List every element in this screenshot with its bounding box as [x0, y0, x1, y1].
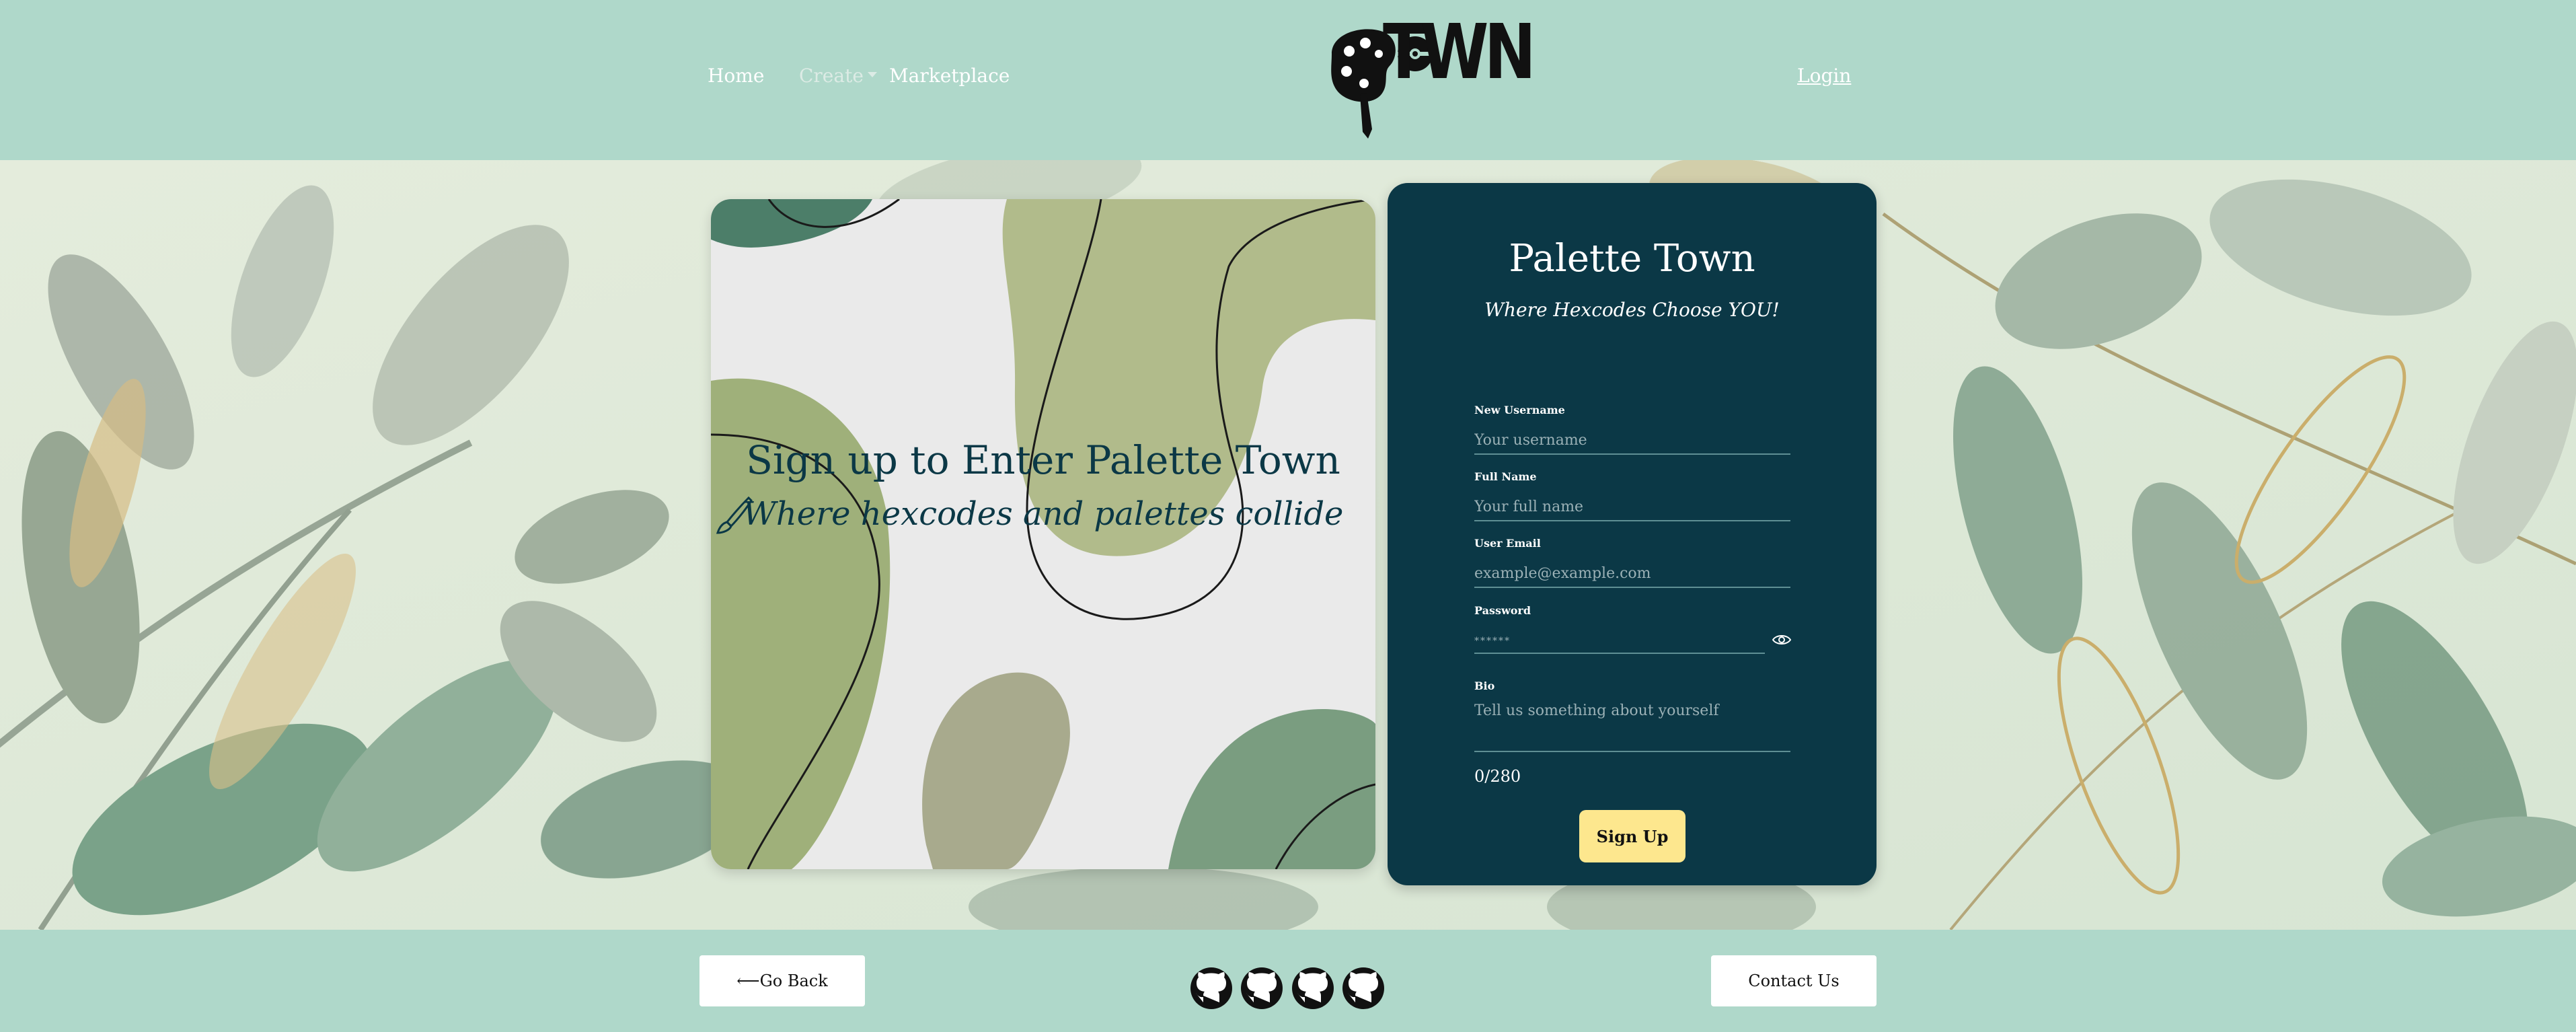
form-subtitle: Where Hexcodes Choose YOU! — [1484, 299, 1780, 321]
username-input[interactable] — [1474, 427, 1790, 455]
navbar: Home Create Marketplace TWN Login — [0, 0, 2576, 160]
form-title: Palette Town — [1509, 237, 1755, 281]
full-name-input[interactable] — [1474, 493, 1790, 521]
go-back-button[interactable]: ⟵Go Back — [699, 955, 865, 1006]
github-icon[interactable] — [1240, 966, 1284, 1010]
signup-art-subtitle: Where hexcodes and palettes collide — [711, 495, 1375, 534]
nav-marketplace-link[interactable]: Marketplace — [889, 65, 1010, 87]
sign-up-button[interactable]: Sign Up — [1579, 810, 1685, 862]
github-icon[interactable] — [1341, 966, 1386, 1010]
username-label: New Username — [1474, 404, 1565, 416]
chevron-down-icon — [867, 71, 877, 77]
signup-form-card: Palette Town Where Hexcodes Choose YOU! … — [1388, 183, 1877, 885]
bio-label: Bio — [1474, 679, 1495, 692]
github-icon[interactable] — [1291, 966, 1335, 1010]
password-input[interactable] — [1474, 626, 1765, 654]
brush-icon — [716, 496, 753, 534]
nav-home-link[interactable]: Home — [708, 65, 764, 87]
bio-char-count: 0/280 — [1474, 767, 1521, 786]
email-label: User Email — [1474, 537, 1541, 550]
contact-us-button[interactable]: Contact Us — [1711, 955, 1877, 1006]
password-label: Password — [1474, 604, 1531, 617]
signup-art-subtitle-text: Where hexcodes and palettes collide — [743, 495, 1344, 533]
email-input[interactable] — [1474, 560, 1790, 588]
nav-create-dropdown[interactable]: Create — [799, 65, 877, 87]
nav-create-label: Create — [799, 65, 864, 87]
abstract-shapes-art — [711, 199, 1375, 869]
footer: ⟵Go Back Contact Us — [0, 930, 2576, 1032]
signup-art-card: Sign up to Enter Palette Town Where hexc… — [711, 199, 1375, 869]
bio-textarea[interactable] — [1474, 702, 1790, 752]
eye-icon[interactable] — [1772, 632, 1792, 647]
github-icon[interactable] — [1189, 966, 1234, 1010]
logo-text: TWN — [1383, 9, 1536, 96]
signup-art-title: Sign up to Enter Palette Town — [746, 437, 1340, 483]
full-name-label: Full Name — [1474, 470, 1537, 483]
nav-login-link[interactable]: Login — [1797, 65, 1851, 87]
